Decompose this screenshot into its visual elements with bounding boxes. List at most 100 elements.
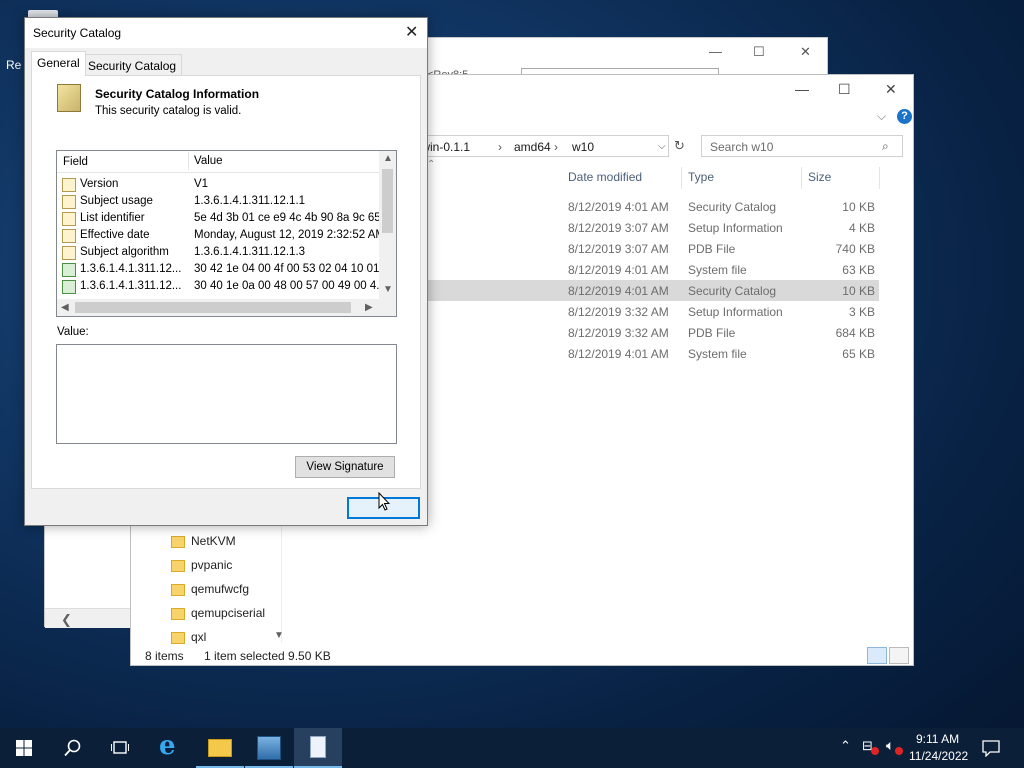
- tab-security-catalog[interactable]: Security Catalog: [82, 54, 183, 75]
- address-dropdown-icon[interactable]: ⌵: [658, 141, 666, 152]
- file-type: Setup Information: [688, 305, 783, 319]
- file-size: 3 KB: [848, 305, 875, 319]
- field-icon: [62, 246, 76, 260]
- scroll-up-icon[interactable]: ▲: [383, 153, 393, 164]
- list-item[interactable]: 1.3.6.1.4.1.311.12... 30 42 1e 04 00 4f …: [62, 261, 380, 278]
- breadcrumb-segment[interactable]: amd64: [514, 140, 551, 154]
- file-explorer-button[interactable]: [196, 728, 244, 768]
- desktop-icon-label[interactable]: Re: [6, 58, 21, 72]
- extension-icon: [62, 263, 76, 277]
- list-item[interactable]: Subject usage 1.3.6.1.4.1.311.12.1.1: [62, 193, 378, 210]
- address-bar[interactable]: io-win-0.1.1 › amd64 › w10 ⌵: [407, 135, 669, 157]
- maximize-icon[interactable]: ☐: [753, 44, 765, 60]
- minimize-icon[interactable]: —: [709, 44, 722, 59]
- field-icon: [62, 195, 76, 209]
- column-size[interactable]: Size: [808, 170, 831, 184]
- nav-folder-qemupciserial[interactable]: qemupciserial: [171, 606, 265, 628]
- column-divider[interactable]: [681, 167, 682, 189]
- file-date: 8/12/2019 4:01 AM: [568, 263, 669, 277]
- volume-icon[interactable]: 🔈︎: [886, 737, 894, 754]
- folder-icon: [171, 583, 185, 596]
- value-label: Value:: [57, 326, 89, 338]
- list-item[interactable]: List identifier 5e 4d 3b 01 ce e9 4c 4b …: [62, 210, 380, 227]
- close-icon[interactable]: ✕: [405, 22, 418, 42]
- close-icon[interactable]: ✕: [885, 81, 897, 98]
- list-item[interactable]: Effective date Monday, August 12, 2019 2…: [62, 227, 380, 244]
- details-view-icon[interactable]: [867, 647, 887, 664]
- folder-icon: [171, 535, 185, 548]
- horizontal-scroll-thumb[interactable]: [75, 302, 351, 313]
- refresh-icon[interactable]: ↻: [674, 138, 685, 154]
- file-size: 684 KB: [835, 326, 875, 340]
- breadcrumb-chevron-icon[interactable]: ›: [554, 140, 558, 154]
- volume-error-badge: [895, 747, 903, 755]
- network-error-badge: [871, 747, 879, 755]
- catalog-validity-text: This security catalog is valid.: [95, 105, 242, 117]
- view-signature-button[interactable]: View Signature: [295, 456, 395, 478]
- folder-icon: [171, 607, 185, 620]
- field-name: Subject usage: [80, 195, 153, 207]
- field-value: 5e 4d 3b 01 ce e9 4c 4b 90 8a 9c 65...: [194, 212, 380, 224]
- clock-date[interactable]: 11/24/2022: [909, 749, 968, 763]
- value-textbox[interactable]: [56, 344, 397, 444]
- breadcrumb-chevron-icon[interactable]: ›: [498, 140, 502, 154]
- security-catalog-dialog[interactable]: Security Catalog ✕ General Security Cata…: [24, 17, 428, 526]
- clock-time[interactable]: 9:11 AM: [916, 732, 959, 746]
- nav-folder-qxl[interactable]: qxl: [171, 630, 206, 644]
- nav-folder-qemufwcfg[interactable]: qemufwcfg: [171, 582, 249, 604]
- scroll-left-icon[interactable]: ◀: [61, 302, 69, 313]
- expand-ribbon-icon[interactable]: ⌵: [877, 109, 886, 124]
- file-type: PDB File: [688, 326, 736, 340]
- field-name: 1.3.6.1.4.1.311.12...: [80, 280, 182, 292]
- extension-icon: [62, 280, 76, 294]
- selection-info: 1 item selected 9.50 KB: [204, 649, 331, 663]
- list-item[interactable]: 1.3.6.1.4.1.311.12... 30 40 1e 0a 00 48 …: [62, 278, 380, 295]
- file-size: 10 KB: [842, 200, 875, 214]
- field-value: 1.3.6.1.4.1.311.12.1.3: [194, 246, 306, 258]
- server-manager-button[interactable]: [245, 728, 293, 768]
- column-type[interactable]: Type: [688, 170, 714, 184]
- large-icons-view-icon[interactable]: [889, 647, 909, 664]
- fields-list[interactable]: Field Value Version V1 Subject usage 1.3…: [56, 150, 397, 317]
- column-divider[interactable]: [879, 167, 880, 189]
- column-date-modified[interactable]: Date modified: [568, 170, 642, 184]
- maximize-icon[interactable]: ☐: [838, 81, 851, 98]
- nav-folder-pvpanic[interactable]: pvpanic: [171, 558, 232, 580]
- nav-folder-label: qemufwcfg: [191, 582, 250, 596]
- close-icon[interactable]: ✕: [800, 44, 811, 60]
- task-view-icon: [111, 741, 129, 754]
- column-field[interactable]: Field: [63, 156, 88, 168]
- status-bar: 8 items 1 item selected 9.50 KB: [131, 645, 913, 666]
- search-icon[interactable]: ⌕: [882, 139, 889, 154]
- help-icon[interactable]: ?: [897, 109, 912, 124]
- column-value[interactable]: Value: [188, 152, 223, 170]
- notifications-icon[interactable]: [982, 739, 1000, 757]
- search-input[interactable]: Search w10 ⌕: [701, 135, 903, 157]
- search-button[interactable]: [48, 728, 96, 768]
- file-explorer-icon: [208, 739, 232, 757]
- column-divider[interactable]: [801, 167, 802, 189]
- list-item[interactable]: Version V1: [62, 176, 378, 193]
- catalog-info-heading: Security Catalog Information: [95, 87, 260, 101]
- document-button[interactable]: [294, 728, 342, 768]
- tab-general[interactable]: General: [31, 51, 86, 76]
- internet-explorer-button[interactable]: e: [148, 728, 196, 768]
- vertical-scroll-thumb[interactable]: [382, 169, 393, 233]
- list-item[interactable]: Subject algorithm 1.3.6.1.4.1.311.12.1.3: [62, 244, 378, 261]
- minimize-icon[interactable]: —: [795, 81, 809, 97]
- file-type: Security Catalog: [688, 284, 777, 298]
- task-view-button[interactable]: [96, 728, 144, 768]
- back-horizontal-scrollbar[interactable]: ❮: [45, 608, 131, 628]
- scroll-right-icon[interactable]: ▶: [365, 302, 373, 313]
- search-icon: [64, 739, 81, 757]
- scroll-down-icon[interactable]: ▼: [383, 284, 393, 295]
- nav-folder-label: qemupciserial: [191, 606, 266, 620]
- show-hidden-icons-icon[interactable]: ⌃: [840, 738, 851, 754]
- start-button[interactable]: [0, 728, 48, 768]
- nav-folder-netkvm[interactable]: NetKVM: [171, 534, 236, 556]
- scroll-left-icon[interactable]: ❮: [61, 612, 72, 628]
- nav-scroll-down-icon[interactable]: ▼: [274, 630, 284, 641]
- breadcrumb-segment[interactable]: w10: [572, 140, 594, 154]
- file-type: System file: [688, 347, 747, 361]
- field-value: Monday, August 12, 2019 2:32:52 AM: [194, 229, 380, 241]
